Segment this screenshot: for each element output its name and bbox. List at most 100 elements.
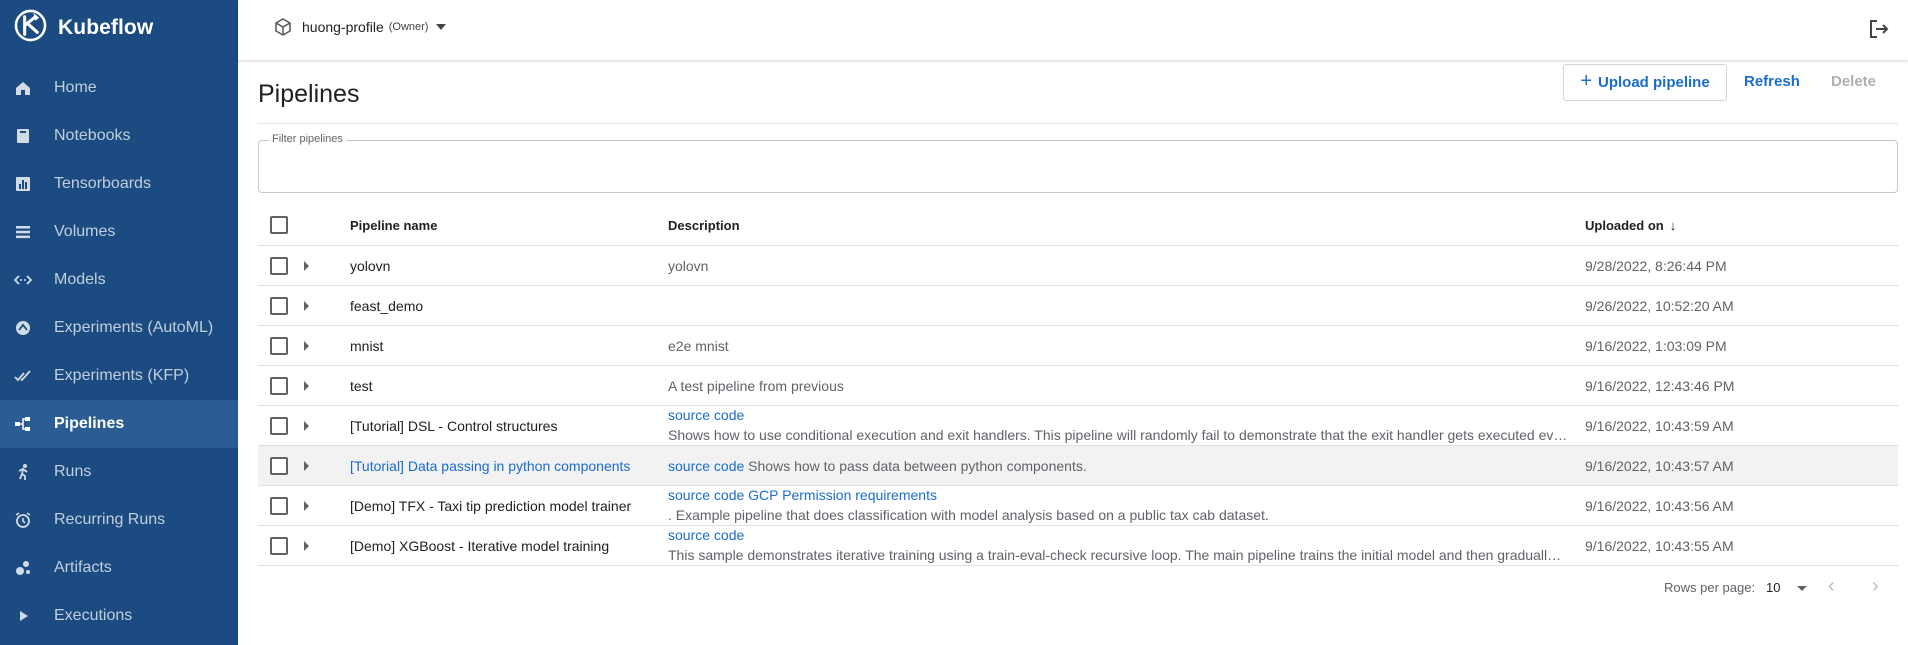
expand-row-icon[interactable] bbox=[304, 381, 309, 391]
filter-label: Filter pipelines bbox=[269, 133, 346, 145]
source-code-link[interactable]: source code bbox=[668, 458, 744, 474]
sidebar-item-models[interactable]: Models bbox=[0, 256, 238, 304]
sidebar-item-recurring-runs[interactable]: Recurring Runs bbox=[0, 496, 238, 544]
runner-icon bbox=[14, 463, 32, 481]
checks-icon bbox=[14, 367, 32, 385]
caret-down-icon[interactable] bbox=[1797, 586, 1807, 591]
expand-row-icon[interactable] bbox=[304, 301, 309, 311]
table-header: Pipeline name Description Uploaded on ↓ bbox=[258, 204, 1898, 246]
notebook-icon bbox=[14, 127, 32, 145]
sidebar-item-label: Executions bbox=[54, 607, 133, 624]
sidebar-item-volumes[interactable]: Volumes bbox=[0, 208, 238, 256]
caret-down-icon bbox=[436, 24, 447, 30]
pipeline-name[interactable]: [Demo] XGBoost - Iterative model trainin… bbox=[350, 538, 609, 554]
sidebar-item-label: Runs bbox=[54, 463, 92, 480]
row-checkbox[interactable] bbox=[270, 457, 288, 475]
pipeline-description: source code Shows how to pass data betwe… bbox=[668, 458, 1568, 474]
plus-icon: + bbox=[1580, 70, 1592, 92]
pipeline-name[interactable]: [Tutorial] Data passing in python compon… bbox=[350, 458, 630, 474]
table-row[interactable]: [Tutorial] DSL - Control structures sour… bbox=[258, 406, 1898, 446]
table-row[interactable]: test A test pipeline from previous 9/16/… bbox=[258, 366, 1898, 406]
pipeline-name[interactable]: yolovn bbox=[350, 258, 390, 274]
filter-input[interactable] bbox=[267, 156, 1867, 184]
expand-row-icon[interactable] bbox=[304, 261, 309, 271]
table-row[interactable]: [Tutorial] Data passing in python compon… bbox=[258, 446, 1898, 486]
row-checkbox[interactable] bbox=[270, 417, 288, 435]
sidebar-item-label: Artifacts bbox=[54, 559, 112, 576]
upload-pipeline-button[interactable]: + Upload pipeline bbox=[1563, 64, 1727, 101]
sidebar-item-experiments-automl[interactable]: Experiments (AutoML) bbox=[0, 304, 238, 352]
pipeline-name[interactable]: test bbox=[350, 378, 373, 394]
sidebar-item-runs[interactable]: Runs bbox=[0, 448, 238, 496]
sidebar-item-label: Recurring Runs bbox=[54, 511, 166, 528]
table-row[interactable]: mnist e2e mnist 9/16/2022, 1:03:09 PM bbox=[258, 326, 1898, 366]
pipeline-description: e2e mnist bbox=[668, 338, 729, 354]
pipeline-uploaded-on: 9/16/2022, 10:43:56 AM bbox=[1585, 498, 1734, 514]
pipeline-uploaded-on: 9/26/2022, 10:52:20 AM bbox=[1585, 298, 1734, 314]
expand-row-icon[interactable] bbox=[304, 461, 309, 471]
sidebar-item-label: Tensorboards bbox=[54, 175, 151, 192]
pipeline-description: . Example pipeline that does classificat… bbox=[668, 507, 1269, 523]
sidebar-item-executions[interactable]: Executions bbox=[0, 592, 238, 640]
pipeline-name[interactable]: [Tutorial] DSL - Control structures bbox=[350, 418, 557, 434]
pipeline-name[interactable]: mnist bbox=[350, 338, 383, 354]
sidebar-item-label: Models bbox=[54, 271, 106, 288]
chevron-left-icon[interactable]: ‹ bbox=[1828, 575, 1835, 598]
table-row[interactable]: yolovn yolovn 9/28/2022, 8:26:44 PM bbox=[258, 246, 1898, 286]
chevron-right-icon[interactable]: › bbox=[1872, 575, 1879, 598]
column-header-description[interactable]: Description bbox=[668, 218, 1568, 233]
row-checkbox[interactable] bbox=[270, 537, 288, 555]
logout-icon[interactable] bbox=[1868, 18, 1890, 40]
list-icon bbox=[14, 223, 32, 241]
home-icon bbox=[14, 79, 32, 97]
expand-row-icon[interactable] bbox=[304, 501, 309, 511]
row-checkbox[interactable] bbox=[270, 337, 288, 355]
pipeline-name[interactable]: [Demo] TFX - Taxi tip prediction model t… bbox=[350, 498, 631, 514]
pipeline-uploaded-on: 9/16/2022, 10:43:57 AM bbox=[1585, 458, 1734, 474]
pipeline-icon bbox=[14, 415, 32, 433]
cube-icon bbox=[275, 18, 291, 36]
pipeline-description: A test pipeline from previous bbox=[668, 378, 844, 394]
row-checkbox[interactable] bbox=[270, 497, 288, 515]
play-icon bbox=[14, 607, 32, 625]
upload-pipeline-label: Upload pipeline bbox=[1598, 74, 1710, 91]
sidebar-item-experiments-kfp[interactable]: Experiments (KFP) bbox=[0, 352, 238, 400]
sidebar-item-label: Notebooks bbox=[54, 127, 131, 144]
main-content: Pipelines + Upload pipeline Refresh Dele… bbox=[238, 60, 1908, 645]
row-checkbox[interactable] bbox=[270, 377, 288, 395]
refresh-button[interactable]: Refresh bbox=[1744, 73, 1800, 90]
sidebar-nav: Home Notebooks Tensorboards Volumes Mode… bbox=[0, 64, 238, 640]
sidebar-item-notebooks[interactable]: Notebooks bbox=[0, 112, 238, 160]
column-header-uploaded-label: Uploaded on bbox=[1585, 218, 1664, 233]
namespace-selector[interactable]: huong-profile (Owner) bbox=[274, 18, 447, 36]
source-code-link[interactable]: source code bbox=[668, 407, 1568, 423]
column-header-name[interactable]: Pipeline name bbox=[350, 218, 437, 233]
table-row[interactable]: feast_demo 9/26/2022, 10:52:20 AM bbox=[258, 286, 1898, 326]
sidebar-item-tensorboards[interactable]: Tensorboards bbox=[0, 160, 238, 208]
row-checkbox[interactable] bbox=[270, 257, 288, 275]
automl-icon bbox=[14, 319, 32, 337]
rows-per-page-select[interactable]: 10 bbox=[1766, 580, 1780, 595]
pipeline-uploaded-on: 9/16/2022, 10:43:55 AM bbox=[1585, 538, 1734, 554]
sort-down-icon: ↓ bbox=[1669, 218, 1677, 233]
table-row[interactable]: [Demo] TFX - Taxi tip prediction model t… bbox=[258, 486, 1898, 526]
sidebar-item-pipelines[interactable]: Pipelines bbox=[0, 400, 238, 448]
select-all-checkbox[interactable] bbox=[270, 216, 288, 234]
sidebar-item-artifacts[interactable]: Artifacts bbox=[0, 544, 238, 592]
bubbles-icon bbox=[14, 559, 32, 577]
pipeline-description: This sample demonstrates iterative train… bbox=[668, 547, 1568, 563]
pipeline-description: Shows how to use conditional execution a… bbox=[668, 427, 1568, 443]
row-checkbox[interactable] bbox=[270, 297, 288, 315]
table-row[interactable]: [Demo] XGBoost - Iterative model trainin… bbox=[258, 526, 1898, 566]
pipeline-description: yolovn bbox=[668, 258, 709, 274]
expand-row-icon[interactable] bbox=[304, 341, 309, 351]
column-header-uploaded[interactable]: Uploaded on ↓ bbox=[1585, 218, 1676, 233]
expand-row-icon[interactable] bbox=[304, 421, 309, 431]
expand-row-icon[interactable] bbox=[304, 541, 309, 551]
pipeline-name[interactable]: feast_demo bbox=[350, 298, 423, 314]
sidebar-item-home[interactable]: Home bbox=[0, 64, 238, 112]
source-code-link[interactable]: source code bbox=[668, 527, 1568, 543]
brand[interactable]: Kubeflow bbox=[14, 9, 153, 45]
namespace-role: (Owner) bbox=[388, 21, 429, 33]
source-code-link[interactable]: source code GCP Permission requirements bbox=[668, 487, 1568, 503]
